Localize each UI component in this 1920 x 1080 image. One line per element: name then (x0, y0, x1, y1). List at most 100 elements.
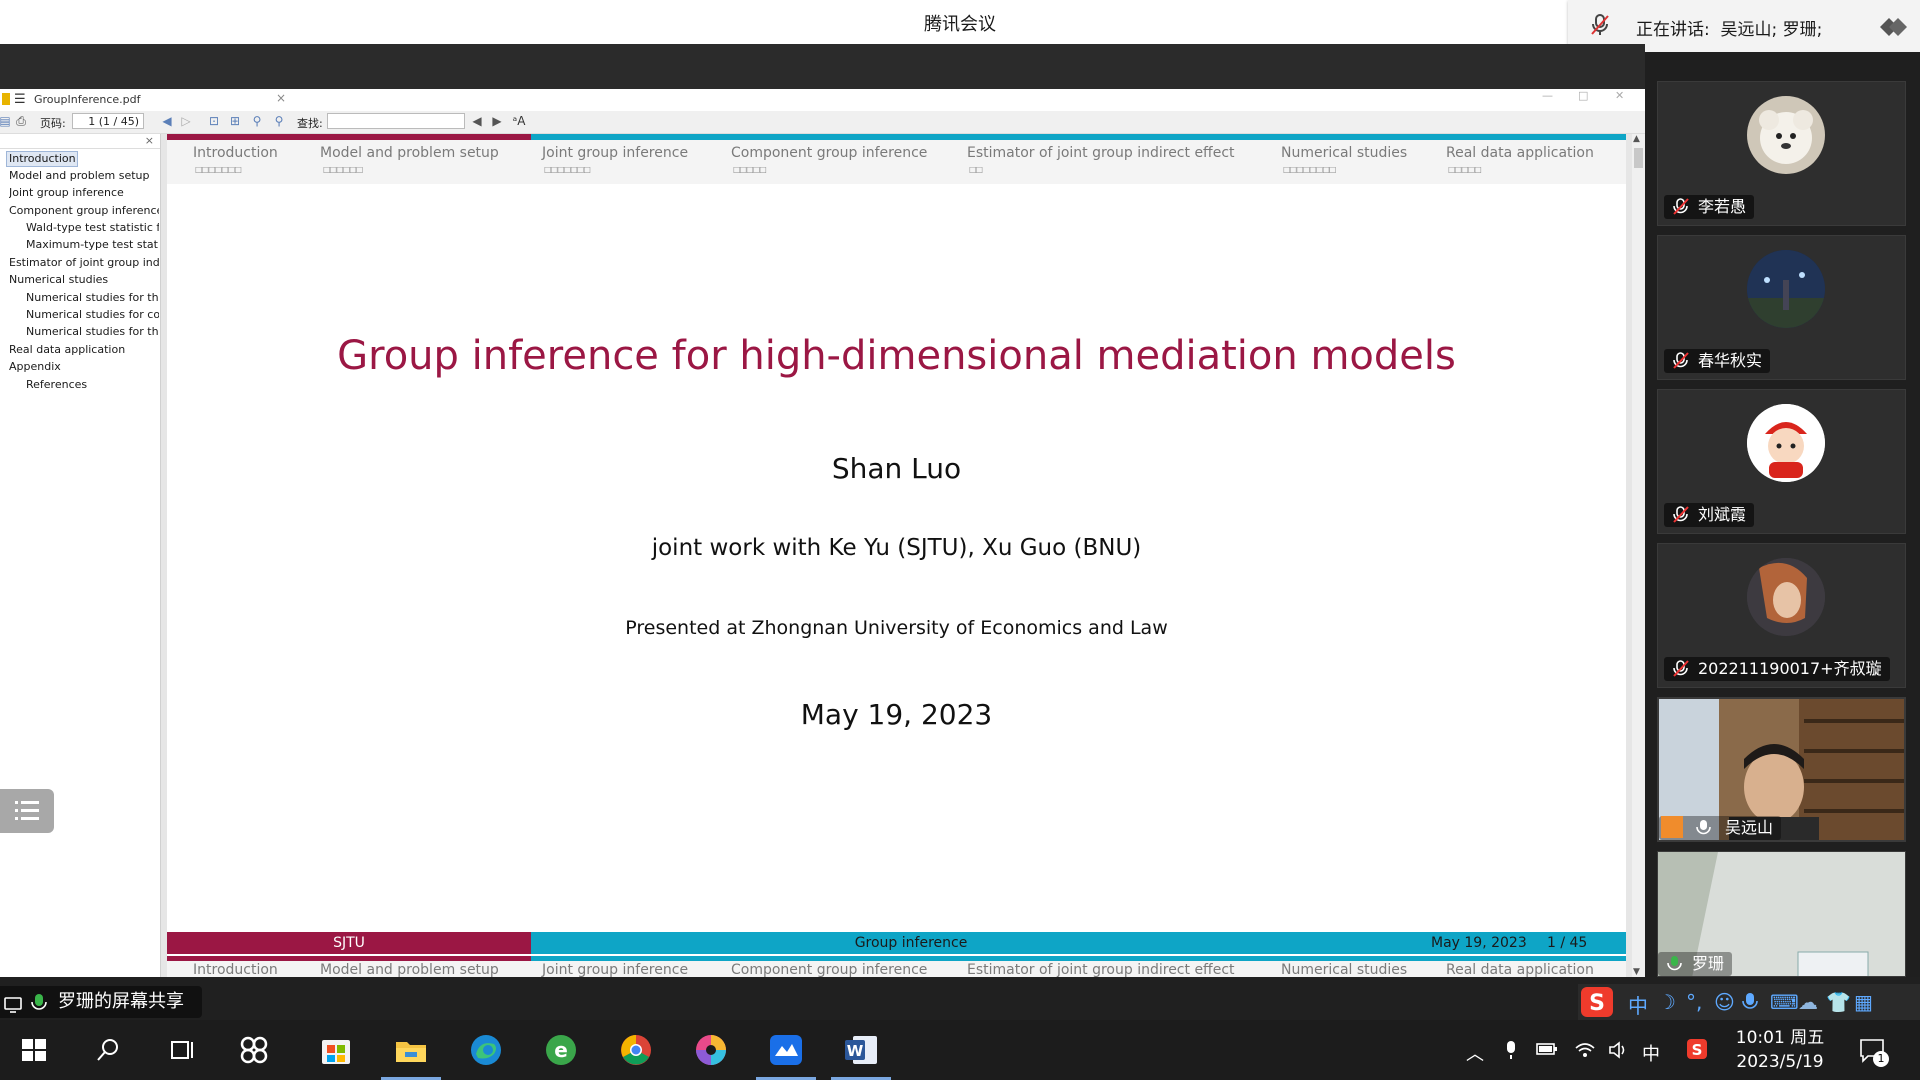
wifi-icon[interactable] (1574, 1040, 1596, 1065)
pdf-scrollbar[interactable]: ▲ ▼ (1632, 134, 1645, 977)
nav-section-real-data[interactable]: Real data application (1446, 962, 1594, 977)
nav-section-numerical[interactable]: Numerical studies (1281, 145, 1407, 161)
nav-section-component[interactable]: Component group inference (731, 145, 927, 161)
slide-date: May 19, 2023 (800, 698, 993, 731)
mic-muted-icon[interactable] (1590, 14, 1610, 40)
print-icon[interactable]: ⎙ (14, 114, 28, 128)
nav-bar-secondary (531, 134, 1626, 140)
window-close-icon[interactable]: ✕ (1615, 89, 1624, 102)
search-icon[interactable] (90, 1032, 126, 1068)
colorful-app-icon[interactable] (693, 1032, 729, 1068)
user-icon[interactable]: ☁ (1798, 990, 1818, 1014)
nav-frame-dots[interactable]: □□□□□ (1448, 165, 1482, 174)
nav-section-estimator[interactable]: Estimator of joint group indirect effect (967, 145, 1235, 161)
scroll-down-icon[interactable]: ▼ (1633, 967, 1640, 977)
tencent-meeting-icon[interactable] (768, 1032, 804, 1068)
sogou-logo-icon[interactable]: S (1580, 986, 1614, 1022)
fit-width-icon[interactable]: ⊞ (228, 114, 242, 128)
microphone-tray-icon[interactable] (1504, 1040, 1518, 1065)
outline-item-introduction[interactable]: Introduction (6, 151, 78, 167)
input-language[interactable]: 中 (1642, 1040, 1660, 1066)
outline-item-joint[interactable]: Joint group inference (9, 186, 159, 199)
outline-item-maximum[interactable]: Maximum-type test statist (26, 238, 159, 251)
sogou-tray-icon[interactable]: S (1686, 1038, 1708, 1065)
nav-section-estimator[interactable]: Estimator of joint group indirect effect (967, 962, 1235, 977)
nav-frame-dots[interactable]: □□□□□ (733, 165, 767, 174)
browser-e-icon[interactable]: e (543, 1032, 579, 1068)
voice-input-icon[interactable] (1742, 992, 1758, 1016)
nav-section-joint[interactable]: Joint group inference (542, 145, 688, 161)
page-number-input[interactable]: 1 (1 / 45) (72, 113, 144, 129)
participant-tile[interactable]: 202211190017+齐叔璇 (1657, 543, 1906, 688)
outline-item-wald[interactable]: Wald-type test statistic for (26, 221, 159, 234)
participant-tile[interactable]: 刘斌霞 (1657, 389, 1906, 534)
system-clock[interactable]: 10:01 周五 2023/5/19 (1725, 1026, 1835, 1074)
toolbox-icon[interactable]: ▦ (1854, 990, 1873, 1014)
outline-item-component[interactable]: Component group inference (9, 204, 159, 217)
nav-section-introduction[interactable]: Introduction (193, 962, 278, 977)
outline-item-estimator[interactable]: Estimator of joint group indir (9, 256, 159, 269)
nav-frame-dots[interactable]: □□ (969, 165, 983, 174)
nav-section-component[interactable]: Component group inference (731, 962, 927, 977)
outline-item-references[interactable]: References (26, 378, 159, 391)
show-hidden-icons-icon[interactable]: ︿ (1466, 1040, 1484, 1066)
file-explorer-icon[interactable] (393, 1032, 429, 1068)
find-input[interactable] (327, 113, 465, 129)
match-case-icon[interactable]: ᵃA (512, 114, 526, 128)
outline-item-numerical[interactable]: Numerical studies (9, 273, 159, 286)
skin-icon[interactable]: 👕 (1826, 990, 1851, 1014)
participant-tile[interactable]: 罗珊 (1657, 851, 1906, 977)
nav-section-model[interactable]: Model and problem setup (320, 145, 499, 161)
zoom-out-icon[interactable]: ⚲ (250, 114, 264, 128)
nav-frame-dots[interactable]: □□□□□□□ (544, 165, 591, 174)
keyboard-icon[interactable]: ⌨ (1770, 990, 1799, 1014)
volume-icon[interactable] (1608, 1040, 1630, 1065)
nav-section-real-data[interactable]: Real data application (1446, 145, 1594, 161)
outline-item-numerical-2[interactable]: Numerical studies for com (26, 308, 159, 321)
emoji-icon[interactable]: ☺ (1714, 990, 1735, 1014)
minimize-icon[interactable]: — (1542, 89, 1553, 102)
outline-item-real-data[interactable]: Real data application (9, 343, 159, 356)
nav-section-model[interactable]: Model and problem setup (320, 962, 499, 977)
back-icon[interactable]: ◀ (160, 114, 174, 128)
ime-mode[interactable]: 中 (1628, 990, 1648, 1019)
scroll-up-icon[interactable]: ▲ (1633, 134, 1640, 144)
participant-tile[interactable]: 吴远山 (1657, 697, 1906, 842)
battery-icon[interactable] (1536, 1040, 1558, 1063)
forward-icon[interactable]: ▷ (179, 114, 193, 128)
edge-browser-icon[interactable] (468, 1032, 504, 1068)
fit-page-icon[interactable]: ⊡ (207, 114, 221, 128)
meeting-list-toggle-button[interactable] (0, 789, 54, 833)
screen-share-label[interactable]: 罗珊的屏幕共享 (0, 986, 202, 1018)
start-windows-icon[interactable] (16, 1032, 52, 1068)
zoom-in-icon[interactable]: ⚲ (272, 114, 286, 128)
outline-close-icon[interactable]: × (145, 134, 154, 147)
nav-section-joint[interactable]: Joint group inference (542, 962, 688, 977)
find-label: 查找: (297, 117, 323, 130)
outline-item-appendix[interactable]: Appendix (9, 360, 159, 373)
chrome-icon[interactable] (618, 1032, 654, 1068)
microsoft-store-icon[interactable] (318, 1032, 354, 1068)
outline-item-numerical-1[interactable]: Numerical studies for the (26, 291, 159, 304)
find-prev-icon[interactable]: ◀ (470, 114, 484, 128)
app-pinwheel-icon[interactable] (236, 1032, 272, 1068)
task-view-icon[interactable] (163, 1032, 199, 1068)
nav-section-numerical[interactable]: Numerical studies (1281, 962, 1407, 977)
punctuation-icon[interactable]: °, (1686, 990, 1702, 1014)
word-icon[interactable]: W (843, 1032, 879, 1068)
participant-tile[interactable]: 李若愚 (1657, 81, 1906, 226)
nav-frame-dots[interactable]: □□□□□□□□ (1283, 165, 1336, 174)
nav-frame-dots[interactable]: □□□□□□ (323, 165, 363, 174)
nav-section-introduction[interactable]: Introduction (193, 145, 278, 161)
menu-icon[interactable]: ☰ (14, 92, 26, 107)
outline-item-numerical-3[interactable]: Numerical studies for the (26, 325, 159, 338)
open-icon[interactable]: ▤ (0, 114, 12, 128)
tab-close-icon[interactable]: × (276, 91, 286, 105)
participant-tile[interactable]: 春华秋实 (1657, 235, 1906, 380)
find-next-icon[interactable]: ▶ (490, 114, 504, 128)
scroll-thumb[interactable] (1634, 148, 1643, 168)
nav-frame-dots[interactable]: □□□□□□□ (195, 165, 242, 174)
maximize-icon[interactable]: □ (1578, 89, 1588, 102)
half-width-icon[interactable]: ☽ (1658, 990, 1676, 1014)
outline-item-model[interactable]: Model and problem setup (9, 169, 159, 182)
